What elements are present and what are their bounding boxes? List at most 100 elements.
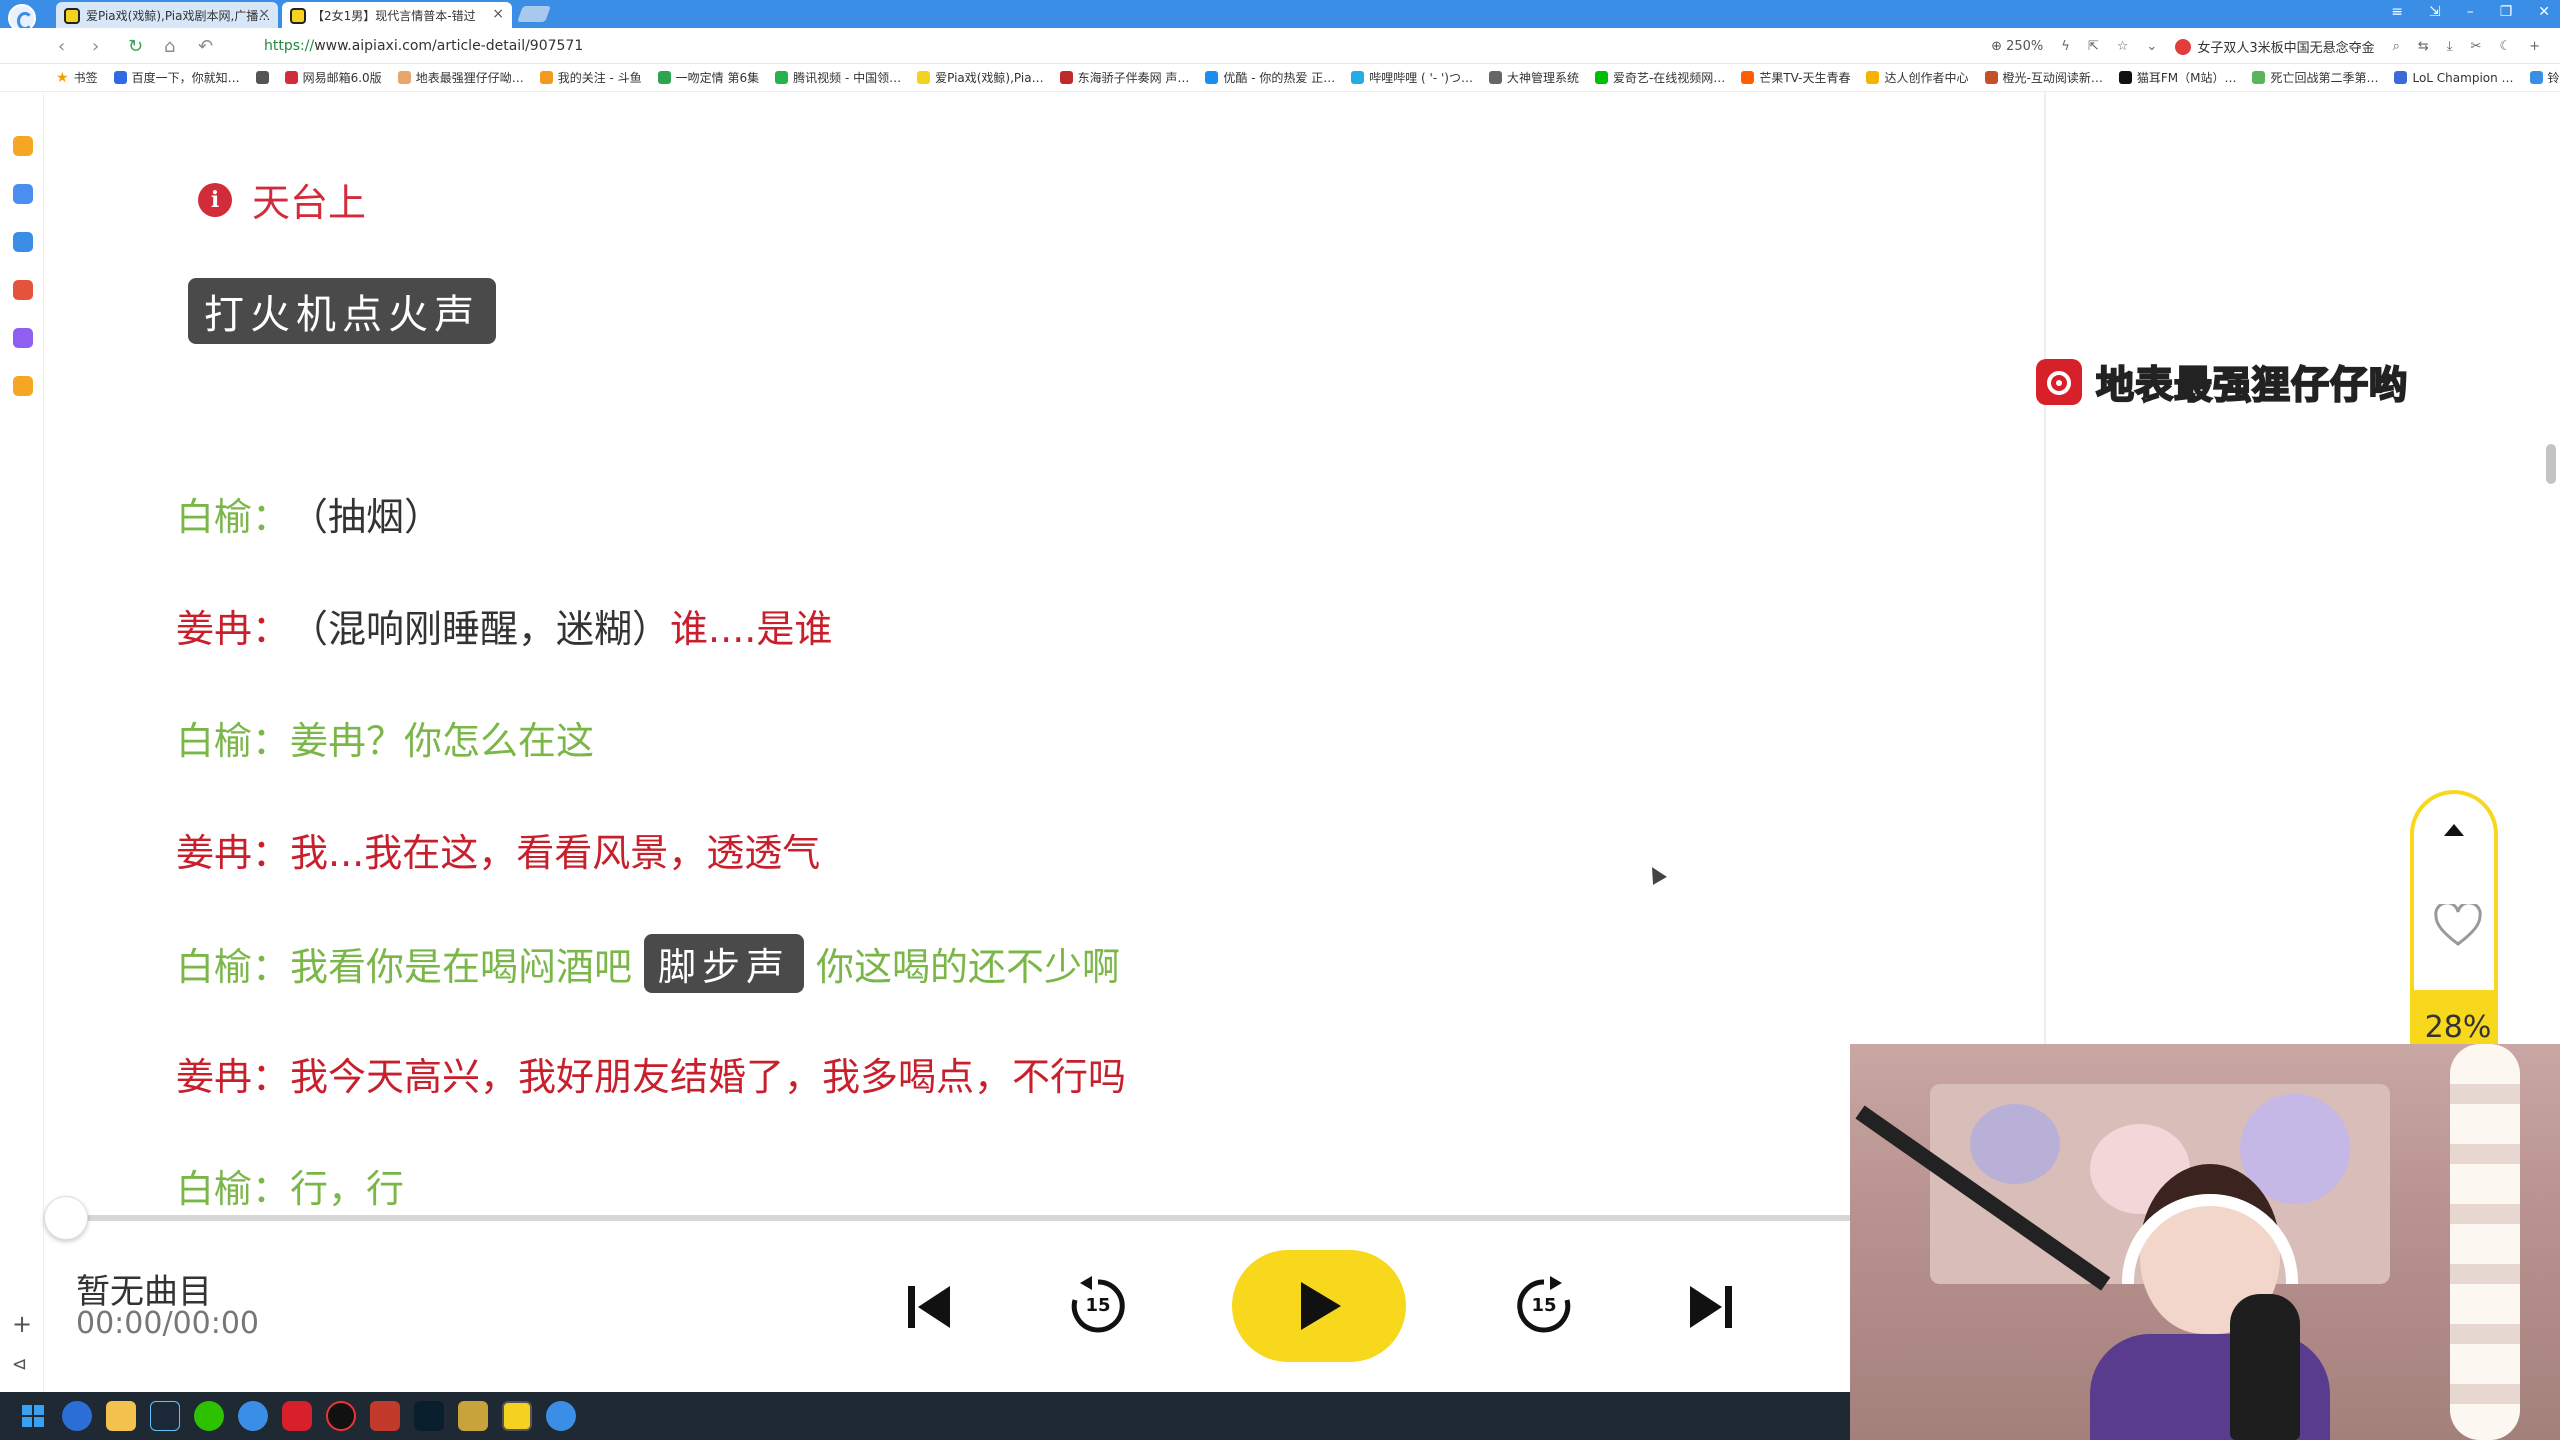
back-icon[interactable]: ‹: [58, 36, 65, 57]
bookmark-item[interactable]: 达人创作者中心: [1866, 69, 1969, 86]
forward-15-button[interactable]: 15: [1512, 1274, 1576, 1338]
tencent-video-icon: [775, 71, 789, 84]
heart-icon[interactable]: [2434, 904, 2482, 948]
bookmark-item[interactable]: LoL Champion …: [2394, 71, 2514, 85]
bookmark-item[interactable]: 优酷 - 你的热爱 正…: [1205, 69, 1335, 86]
undo-icon[interactable]: ↶: [198, 36, 213, 57]
close-tab-icon[interactable]: ×: [258, 6, 270, 22]
bookmark-item[interactable]: 哔哩哔哩 ( '- ')つ…: [1351, 69, 1473, 86]
bookmark-item[interactable]: 一吻定情 第6集: [657, 69, 759, 86]
league-of-legends-icon[interactable]: [458, 1401, 488, 1431]
kugou-icon[interactable]: [62, 1401, 92, 1431]
forward-seconds: 15: [1531, 1295, 1557, 1316]
skin-button[interactable]: ⇲: [2429, 4, 2441, 20]
translate-icon[interactable]: ⇆: [2418, 39, 2429, 54]
bookmark-item[interactable]: ★ 书签: [56, 69, 98, 86]
bookmark-item[interactable]: 地表最强狸仔仔呦…: [397, 69, 524, 86]
bookmark-item[interactable]: 东海骄子伴奏网 声…: [1059, 69, 1189, 86]
sogou-browser-icon[interactable]: [238, 1401, 268, 1431]
bookmark-label: 铃芽之旅 - 在…: [2547, 71, 2560, 85]
bookmark-item[interactable]: 大神管理系统: [1488, 69, 1579, 86]
history-icon[interactable]: [13, 184, 33, 204]
notes-icon[interactable]: [13, 328, 33, 348]
bookmark-item[interactable]: 铃芽之旅 - 在…: [2529, 69, 2560, 86]
aipiaxi-app-icon[interactable]: [502, 1401, 532, 1431]
previous-track-icon[interactable]: [902, 1280, 956, 1334]
scrollbar-thumb[interactable]: [2546, 444, 2556, 484]
mango-tv-icon: [1741, 71, 1755, 84]
progress-handle[interactable]: [44, 1196, 88, 1240]
menu-button[interactable]: ≡: [2391, 4, 2403, 20]
sound-effect-tag[interactable]: 打火机点火声: [188, 278, 496, 344]
iqiyi-icon: [1594, 71, 1608, 84]
tab-aipiaxi-home[interactable]: 爱Pia戏(戏鲸),Pia戏剧本网,广播… ×: [56, 2, 278, 28]
rewind-seconds: 15: [1085, 1295, 1111, 1316]
browser-taskbar-icon[interactable]: [546, 1401, 576, 1431]
sound-effect-tag[interactable]: 脚步声: [644, 934, 805, 993]
bookmark-label: 死亡回战第二季第…: [2270, 71, 2379, 85]
bookmark-item[interactable]: [255, 71, 269, 84]
bookmark-item[interactable]: 我的关注 - 斗鱼: [539, 69, 642, 86]
tab-article-detail[interactable]: 【2女1男】现代言情普本-错过 ×: [282, 2, 512, 28]
add-icon[interactable]: +: [2529, 39, 2540, 54]
url-field[interactable]: https://www.aipiaxi.com/article-detail/9…: [264, 38, 583, 54]
lightning-icon[interactable]: ϟ: [2061, 39, 2070, 54]
wechat-icon[interactable]: [194, 1401, 224, 1431]
back-to-top-icon[interactable]: [2444, 824, 2464, 836]
tab-title: 【2女1男】现代言情普本-错过: [312, 9, 476, 23]
bookmark-item[interactable]: 橙光-互动阅读新…: [1984, 69, 2103, 86]
night-mode-icon[interactable]: ☾: [2499, 39, 2511, 54]
bookmark-item[interactable]: 爱Pia戏(戏鲸),Pia…: [917, 69, 1044, 86]
script-line: 白榆： （抽烟）: [176, 486, 442, 541]
file-explorer-icon[interactable]: [106, 1401, 136, 1431]
rewind-15-button[interactable]: 15: [1066, 1274, 1130, 1338]
dropdown-icon[interactable]: ⌄: [2146, 39, 2157, 54]
start-button-icon[interactable]: [18, 1401, 48, 1431]
search-tool-icon[interactable]: [13, 376, 33, 396]
bookmark-item[interactable]: 死亡回战第二季第…: [2252, 69, 2378, 86]
new-tab-button[interactable]: [517, 6, 551, 22]
netease-cloud-music-icon[interactable]: [282, 1401, 312, 1431]
bookmark-item[interactable]: 猫耳FM（M站）…: [2118, 69, 2236, 86]
obs-icon[interactable]: [326, 1401, 356, 1431]
tools-icon[interactable]: ✂: [2471, 39, 2482, 54]
home-icon[interactable]: ⌂: [164, 36, 175, 57]
refresh-icon[interactable]: ↻: [128, 36, 143, 57]
speaker-name: 姜冉：: [176, 607, 291, 651]
progress-bar[interactable]: [60, 1215, 1850, 1221]
bookmark-item[interactable]: 芒果TV-天生青春: [1741, 69, 1850, 86]
download-icon[interactable]: ⤓: [2447, 39, 2453, 54]
play-button[interactable]: [1232, 1250, 1406, 1362]
window-controls: ≡ ⇲ – ❐ ✕: [2391, 4, 2550, 20]
app-icon[interactable]: [414, 1401, 444, 1431]
steam-icon[interactable]: [150, 1401, 180, 1431]
bookmark-item[interactable]: 爱奇艺-在线视频网…: [1594, 69, 1725, 86]
next-track-icon[interactable]: [1684, 1280, 1738, 1334]
cloud-icon[interactable]: [13, 232, 33, 252]
bookmark-label: 优酷 - 你的热爱 正…: [1223, 71, 1336, 85]
collapse-sidebar-icon[interactable]: ⊲: [12, 1354, 27, 1375]
minimize-button[interactable]: –: [2467, 4, 2474, 20]
dialogue-text: 你这喝的还不少啊: [816, 945, 1121, 989]
share-icon[interactable]: ⇱: [2088, 39, 2099, 54]
bookmark-item[interactable]: 百度一下，你就知…: [113, 69, 240, 86]
bookmark-item[interactable]: 网易邮箱6.0版: [284, 69, 382, 86]
close-window-button[interactable]: ✕: [2538, 4, 2550, 20]
search-box[interactable]: 女子双人3米板中国无悬念夺金: [2175, 37, 2375, 56]
favorite-star-icon[interactable]: ☆: [2117, 39, 2129, 54]
pdf-icon[interactable]: [13, 280, 33, 300]
webcam-overlay: [1850, 1044, 2560, 1440]
audio-player: 暂无曲目 00:00/00:00 15 15: [44, 1222, 1850, 1392]
maximize-button[interactable]: ❐: [2500, 4, 2513, 20]
zoom-indicator[interactable]: ⊕ 250%: [1991, 39, 2043, 54]
bookmarks-bar: ★ 书签 百度一下，你就知… 网易邮箱6.0版 地表最强狸仔仔呦… 我的关注 - …: [0, 64, 2560, 92]
close-tab-icon[interactable]: ×: [492, 6, 504, 22]
bookmark-item[interactable]: 腾讯视频 - 中国领…: [775, 69, 901, 86]
forward-icon[interactable]: ›: [92, 36, 99, 57]
add-sidebar-icon[interactable]: +: [12, 1310, 32, 1338]
favorites-icon[interactable]: [13, 136, 33, 156]
address-bar: ‹ › ↻ ⌂ ↶ https://www.aipiaxi.com/articl…: [0, 28, 2560, 64]
script-line: 白榆： 我看你是在喝闷酒吧 脚步声 你这喝的还不少啊: [176, 934, 1120, 993]
game-icon[interactable]: [370, 1401, 400, 1431]
search-icon[interactable]: ⌕: [2393, 39, 2400, 54]
